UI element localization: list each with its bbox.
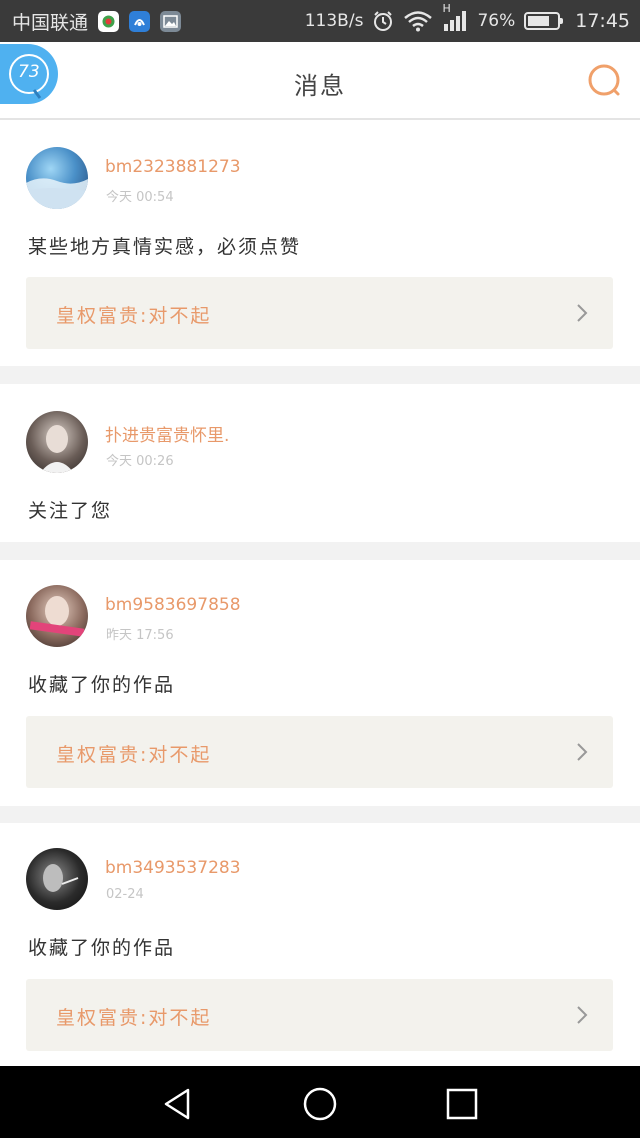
chevron-right-icon — [577, 304, 588, 322]
gallery-notification-icon — [160, 10, 182, 32]
status-bar: 中国联通 113B/s H 76% 17:45 — [0, 0, 640, 42]
battery-percent: 76% — [477, 11, 516, 31]
network-speed: 113B/s — [304, 11, 364, 31]
cellular-signal-icon: H — [442, 2, 468, 32]
home-button[interactable] — [300, 1084, 340, 1124]
title-bar: 73 消息 — [0, 42, 640, 120]
system-navigation-bar — [0, 1066, 640, 1138]
message-card: bm9583697858 昨天 17:56 收藏了你的作品 皇权富贵:对不起 — [0, 560, 640, 806]
work-link[interactable]: 皇权富贵:对不起 — [26, 979, 613, 1051]
message-text: 某些地方真情实感，必须点赞 — [28, 236, 302, 258]
message-text: 收藏了你的作品 — [28, 674, 176, 696]
message-time: 今天 00:54 — [106, 190, 174, 205]
signal-notification-icon — [129, 10, 151, 32]
chevron-right-icon — [577, 1006, 588, 1024]
work-title: 皇权富贵:对不起 — [56, 744, 212, 766]
avatar[interactable] — [26, 585, 88, 647]
work-link[interactable]: 皇权富贵:对不起 — [26, 277, 613, 349]
wifi-icon — [403, 10, 433, 32]
back-icon — [164, 1088, 190, 1120]
search-button[interactable] — [586, 62, 624, 100]
work-link[interactable]: 皇权富贵:对不起 — [26, 716, 613, 788]
message-time: 昨天 17:56 — [106, 628, 174, 643]
message-text: 关注了您 — [28, 500, 113, 522]
network-type-label: H — [442, 2, 451, 15]
work-title: 皇权富贵:对不起 — [56, 1007, 212, 1029]
message-time: 02-24 — [106, 887, 144, 902]
carrier-name: 中国联通 — [12, 11, 89, 34]
avatar[interactable] — [26, 848, 88, 910]
avatar[interactable] — [26, 411, 88, 473]
message-card: 扑进贵富贵怀里. 今天 00:26 关注了您 — [0, 384, 640, 542]
message-card: bm3493537283 02-24 收藏了你的作品 皇权富贵:对不起 — [0, 823, 640, 1066]
battery-icon — [524, 12, 564, 30]
search-icon — [588, 64, 620, 96]
back-button[interactable] — [158, 1084, 198, 1124]
recents-icon — [446, 1088, 478, 1120]
message-card: bm2323881273 今天 00:54 某些地方真情实感，必须点赞 皇权富贵… — [0, 120, 640, 366]
alarm-icon — [372, 10, 394, 32]
recents-button[interactable] — [442, 1084, 482, 1124]
username[interactable]: bm2323881273 — [105, 157, 241, 177]
username[interactable]: 扑进贵富贵怀里. — [105, 421, 229, 446]
message-text: 收藏了你的作品 — [28, 937, 176, 959]
avatar[interactable] — [26, 147, 88, 209]
work-title: 皇权富贵:对不起 — [56, 305, 212, 327]
app-notification-icon — [98, 10, 120, 32]
username[interactable]: bm3493537283 — [105, 858, 241, 878]
clock: 17:45 — [575, 10, 630, 32]
page-title: 消息 — [294, 72, 346, 100]
username[interactable]: bm9583697858 — [105, 595, 241, 615]
home-icon — [303, 1087, 337, 1121]
chevron-right-icon — [577, 743, 588, 761]
message-time: 今天 00:26 — [106, 454, 174, 469]
